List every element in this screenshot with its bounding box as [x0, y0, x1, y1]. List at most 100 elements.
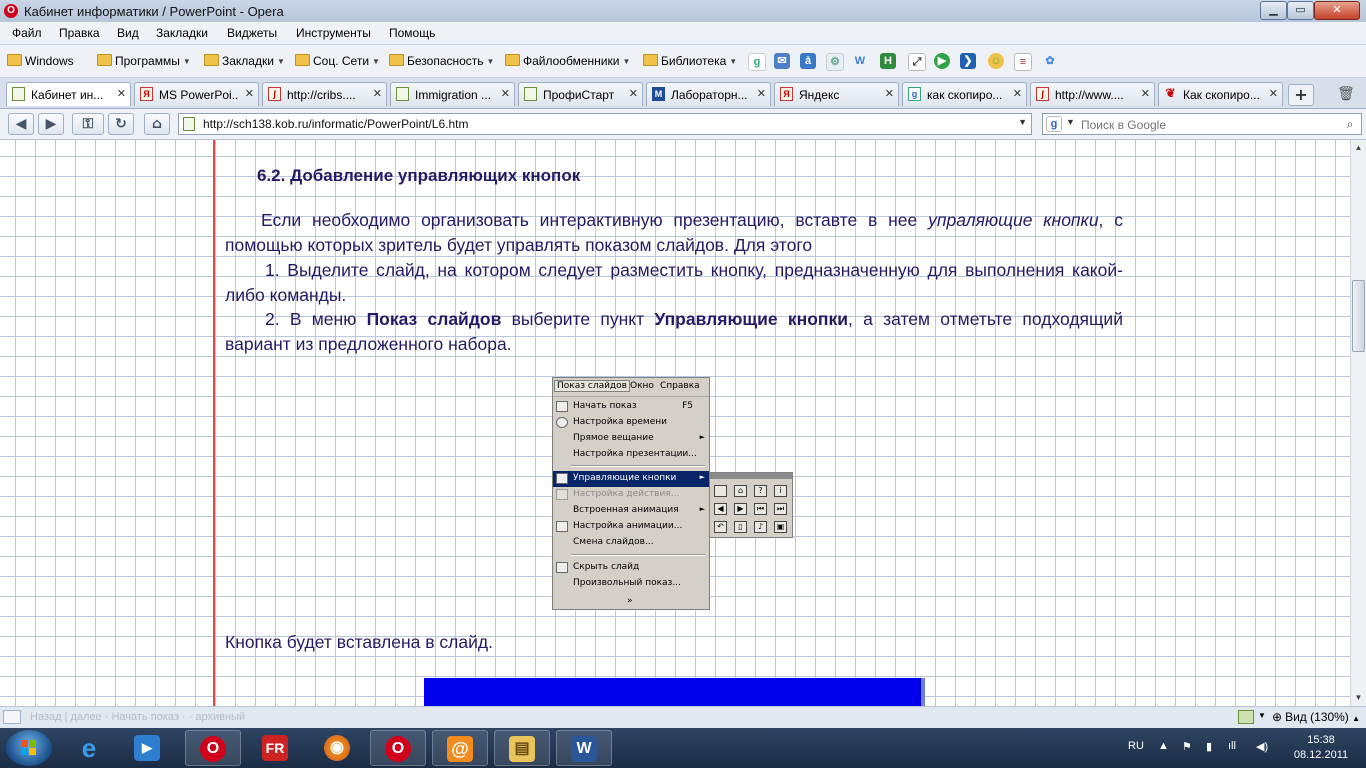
- bookmark-folder-library[interactable]: Библиотека ▼: [643, 54, 737, 70]
- start-button[interactable]: [6, 730, 52, 766]
- forward-icon[interactable]: ❯: [960, 53, 976, 69]
- bookmark-folder-security[interactable]: Безопасность ▼: [389, 54, 494, 70]
- tab-4[interactable]: Immigration ... ✕: [390, 82, 515, 106]
- tab-5[interactable]: ПрофиСтарт ✕: [518, 82, 643, 106]
- slideshow-icon: [556, 401, 568, 412]
- folder-icon: [505, 54, 520, 66]
- show-hidden-icons[interactable]: ▲: [1158, 740, 1169, 752]
- h-icon[interactable]: H: [880, 53, 896, 69]
- menu-widgets[interactable]: Виджеты: [227, 26, 277, 40]
- taskbar-firefox[interactable]: ◉: [310, 730, 366, 766]
- flower-icon[interactable]: ✿: [1042, 53, 1058, 69]
- taskbar-opera[interactable]: O: [185, 730, 241, 766]
- tab-6[interactable]: M Лабораторн... ✕: [646, 82, 771, 106]
- close-button[interactable]: ✕: [1314, 1, 1360, 20]
- scroll-up-icon[interactable]: ▲: [1351, 140, 1366, 156]
- tab-9[interactable]: ʃ http://www.... ✕: [1030, 82, 1155, 106]
- view-icon[interactable]: [1238, 710, 1254, 724]
- bookmark-folder-windows[interactable]: Windows: [7, 54, 74, 70]
- menu-file[interactable]: Файл: [12, 26, 42, 40]
- page-viewport: 6.2. Добавление управляющих кнопок Если …: [0, 140, 1350, 706]
- clock[interactable]: 15:38 08.12.2011: [1286, 733, 1356, 763]
- search-icon[interactable]: ⌕: [1341, 116, 1359, 132]
- reload-button[interactable]: ↻: [108, 113, 134, 135]
- panel-toggle-button[interactable]: [3, 710, 21, 724]
- taskbar-word[interactable]: W: [556, 730, 612, 766]
- smile-icon[interactable]: ☺: [988, 53, 1004, 69]
- back-button[interactable]: ◀: [8, 113, 34, 135]
- zoom-control[interactable]: ⊕ Вид (130%) ▲: [1272, 710, 1360, 724]
- tab-8[interactable]: g как скопиро... ✕: [902, 82, 1027, 106]
- taskbar-app[interactable]: FR: [248, 730, 304, 766]
- google-icon[interactable]: g: [748, 53, 766, 71]
- chevron-down-icon[interactable]: ▼: [1018, 117, 1027, 127]
- close-tab-icon[interactable]: ✕: [629, 87, 638, 101]
- taskbar-opera-2[interactable]: O: [370, 730, 426, 766]
- close-tab-icon[interactable]: ✕: [1141, 87, 1150, 101]
- bookmark-folder-programs[interactable]: Программы ▼: [97, 54, 191, 70]
- menu-help[interactable]: Помощь: [389, 26, 435, 40]
- tab-1[interactable]: Кабинет ин... ✕: [6, 82, 131, 106]
- key-icon[interactable]: ⚿: [72, 113, 104, 135]
- maximize-button[interactable]: ▭: [1287, 1, 1314, 20]
- close-tab-icon[interactable]: ✕: [373, 87, 382, 101]
- new-tab-button[interactable]: +: [1288, 84, 1314, 106]
- vertical-scrollbar[interactable]: ▲ ▼: [1350, 140, 1366, 706]
- action-center-icon[interactable]: ⚑: [1182, 740, 1192, 753]
- document-action-icon: ▯: [734, 521, 747, 533]
- mail-agent-icon: @: [447, 736, 473, 762]
- network-icon[interactable]: ıll: [1228, 740, 1236, 752]
- forward-button[interactable]: ▶: [38, 113, 64, 135]
- expand-chevron-icon: »: [627, 596, 633, 606]
- close-tab-icon[interactable]: ✕: [501, 87, 510, 101]
- play-icon[interactable]: ▶: [934, 53, 950, 69]
- taskbar-media[interactable]: ▶: [120, 730, 176, 766]
- flag-icon[interactable]: ≡: [1014, 53, 1032, 71]
- return-action-icon: ↶: [714, 521, 727, 533]
- google-icon[interactable]: g: [1046, 116, 1062, 132]
- volume-icon[interactable]: ◀): [1256, 740, 1268, 753]
- close-tab-icon[interactable]: ✕: [885, 87, 894, 101]
- close-tab-icon[interactable]: ✕: [117, 87, 126, 101]
- resize-icon[interactable]: ⤢: [908, 53, 926, 71]
- clock-date: 08.12.2011: [1293, 749, 1349, 761]
- tab-2[interactable]: Я MS PowerPoi... ✕: [134, 82, 259, 106]
- yandex-icon: Я: [780, 87, 793, 101]
- chevron-down-icon[interactable]: ▼: [1258, 711, 1266, 720]
- trash-icon[interactable]: 🗑: [1336, 84, 1356, 104]
- home-button[interactable]: ⌂: [144, 113, 170, 135]
- chevron-down-icon[interactable]: ▼: [1066, 117, 1075, 127]
- menu-bookmarks[interactable]: Закладки: [156, 26, 208, 40]
- tools-icon[interactable]: ⚙: [826, 53, 844, 71]
- next-action-icon: ▶: [734, 503, 747, 515]
- minimize-button[interactable]: ▁: [1260, 1, 1287, 20]
- tab-10[interactable]: ❦ Как скопиро... ✕: [1158, 82, 1283, 106]
- taskbar-mail[interactable]: @: [432, 730, 488, 766]
- scroll-down-icon[interactable]: ▼: [1351, 690, 1366, 706]
- close-tab-icon[interactable]: ✕: [1013, 87, 1022, 101]
- mail-icon[interactable]: ✉: [774, 53, 790, 69]
- close-tab-icon[interactable]: ✕: [1269, 87, 1278, 101]
- address-field[interactable]: http://sch138.kob.ru/informatic/PowerPoi…: [178, 113, 1032, 135]
- search-input[interactable]: [1079, 115, 1338, 135]
- tab-3[interactable]: ʃ http://cribs.... ✕: [262, 82, 387, 106]
- power-icon[interactable]: ▮: [1206, 740, 1212, 753]
- timer-icon: [556, 417, 568, 428]
- bookmark-folder-filehosts[interactable]: Файлообменники ▼: [505, 54, 630, 70]
- menu-tools[interactable]: Инструменты: [296, 26, 371, 40]
- taskbar-ie[interactable]: e: [62, 730, 118, 766]
- language-indicator[interactable]: RU: [1128, 740, 1144, 752]
- taskbar-explorer[interactable]: ▤: [494, 730, 550, 766]
- menu-view[interactable]: Вид: [117, 26, 139, 40]
- folder-icon: [295, 54, 310, 66]
- scroll-thumb[interactable]: [1352, 280, 1365, 352]
- bookmark-folder-social[interactable]: Соц. Сети ▼: [295, 54, 380, 70]
- close-tab-icon[interactable]: ✕: [245, 87, 254, 101]
- close-tab-icon[interactable]: ✕: [757, 87, 766, 101]
- ppt-item-setup: Настройка презентации...: [573, 449, 697, 459]
- tab-7[interactable]: Я Яндекс ✕: [774, 82, 899, 106]
- translate-icon[interactable]: ā: [800, 53, 816, 69]
- bookmark-folder-bookmarks[interactable]: Закладки ▼: [204, 54, 285, 70]
- menu-edit[interactable]: Правка: [59, 26, 100, 40]
- word-icon[interactable]: W: [852, 53, 868, 69]
